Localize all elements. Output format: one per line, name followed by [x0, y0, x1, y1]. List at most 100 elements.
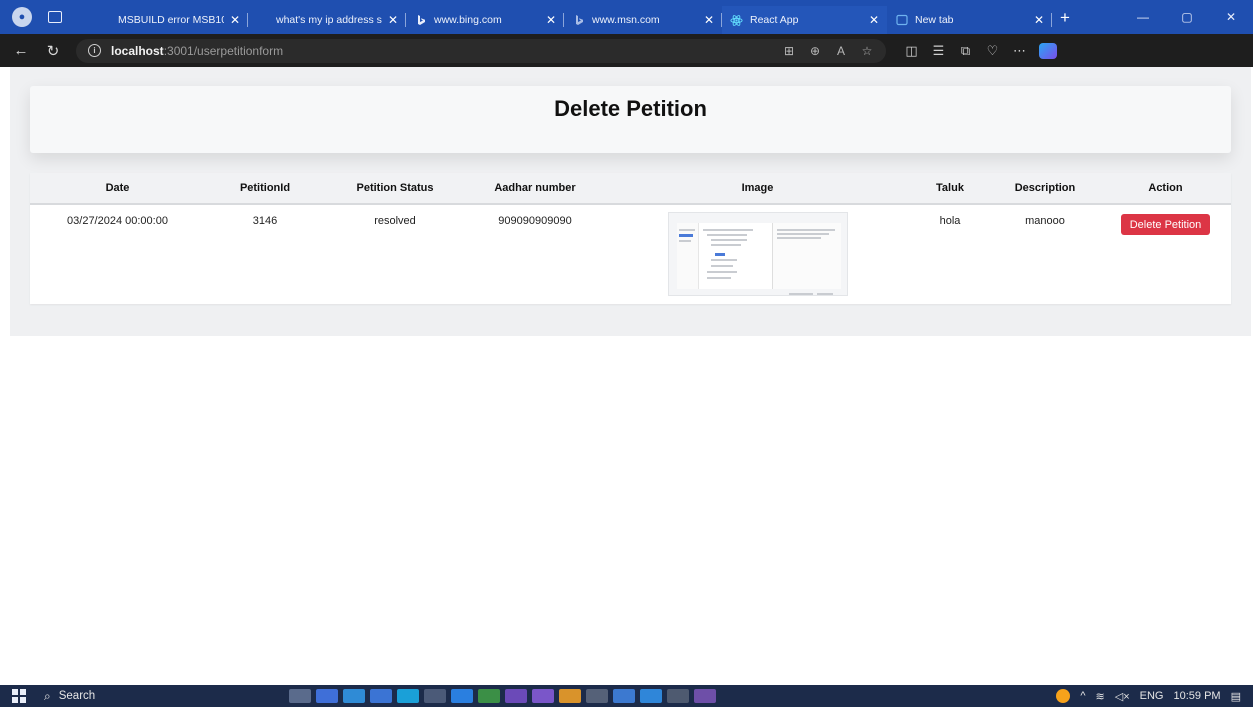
file-explorer-icon[interactable]: [370, 689, 392, 703]
tab-bing[interactable]: www.bing.com ✕: [406, 6, 564, 34]
close-icon[interactable]: ✕: [704, 13, 714, 27]
toolbar-actions: ◫ ☰ ⧉ ♡ ⋯: [898, 43, 1033, 59]
store-icon[interactable]: [343, 689, 365, 703]
favorite-star-icon[interactable]: ☆: [854, 44, 880, 58]
tab-react-app[interactable]: React App ✕: [722, 6, 887, 34]
thumbnail-pane: [698, 223, 773, 289]
column-header: PetitionId: [205, 173, 325, 205]
language-indicator[interactable]: ENG: [1140, 690, 1164, 702]
tab-list: MSBUILD error MSB1011 ... ✕ what's my ip…: [90, 0, 1052, 34]
header-card: Delete Petition: [30, 86, 1231, 153]
chevron-up-icon[interactable]: ^: [1080, 690, 1085, 702]
search-icon: ⌕: [44, 688, 51, 703]
app-icon[interactable]: [505, 689, 527, 703]
clock[interactable]: 10:59 PM: [1174, 690, 1221, 702]
copilot-icon[interactable]: [1039, 42, 1057, 59]
petition-image-thumbnail: [667, 212, 848, 296]
react-icon: [730, 14, 743, 27]
collections-icon[interactable]: ⧉: [952, 43, 979, 59]
url-host: localhost: [111, 43, 164, 58]
cell-action: Delete Petition: [1100, 204, 1231, 302]
page-viewport: Delete Petition Date PetitionId Petition…: [10, 67, 1251, 685]
read-aloud-icon[interactable]: A: [828, 44, 854, 58]
windows-taskbar: ⌕ Search ^ ≋ ◁× ENG 10:59 PM ▤: [0, 685, 1253, 707]
app-available-icon[interactable]: ⊞: [776, 44, 802, 58]
vscode-icon[interactable]: [451, 689, 473, 703]
tab-ip-address[interactable]: what's my ip address sites ✕: [248, 6, 406, 34]
visual-studio-icon[interactable]: [532, 689, 554, 703]
close-icon[interactable]: ✕: [869, 13, 879, 27]
window-controls: — ▢ ✕: [1121, 0, 1253, 34]
zoom-icon[interactable]: ⊕: [802, 44, 828, 58]
close-icon[interactable]: ✕: [230, 13, 240, 27]
table-row: 03/27/2024 00:00:00 3146 resolved 909090…: [30, 204, 1231, 302]
app-icon[interactable]: [640, 689, 662, 703]
maximize-icon[interactable]: ▢: [1165, 0, 1209, 34]
tab-label: MSBUILD error MSB1011 ...: [118, 14, 224, 26]
close-icon[interactable]: ✕: [1034, 13, 1044, 27]
windows-start-icon[interactable]: [12, 689, 26, 703]
taskbar-search[interactable]: ⌕ Search: [44, 685, 244, 707]
notification-app-icon[interactable]: [1056, 689, 1071, 703]
favorites-icon[interactable]: ☰: [925, 43, 952, 59]
cell-aadhar: 909090909090: [498, 215, 572, 227]
close-icon[interactable]: ✕: [388, 13, 398, 27]
site-info-icon[interactable]: i: [88, 44, 101, 57]
app-icon[interactable]: [424, 689, 446, 703]
tab-label: React App: [750, 14, 799, 26]
msn-icon: [572, 14, 585, 27]
app-icon[interactable]: [613, 689, 635, 703]
split-screen-icon[interactable]: ◫: [898, 43, 925, 59]
column-header: Taluk: [910, 173, 990, 205]
cell-date: 03/27/2024 00:00:00: [67, 215, 168, 227]
cell-image: [605, 204, 910, 302]
tab-msn[interactable]: www.msn.com ✕: [564, 6, 722, 34]
page-title: Delete Petition: [554, 96, 707, 121]
volume-icon[interactable]: ◁×: [1115, 690, 1130, 703]
cell-petition-id: 3146: [252, 215, 278, 227]
bing-icon: [414, 14, 427, 27]
app-icon[interactable]: [694, 689, 716, 703]
search-label: Search: [58, 690, 96, 702]
close-icon[interactable]: ✕: [546, 13, 556, 27]
settings-icon[interactable]: [586, 689, 608, 703]
more-options-icon[interactable]: ⋯: [1006, 43, 1033, 59]
browser-toolbar: ← ↻ i localhost:3001/userpetitionform ⊞ …: [0, 34, 1253, 67]
minimize-icon[interactable]: —: [1121, 0, 1165, 34]
thumbnail-pane: [676, 223, 699, 289]
edge-icon[interactable]: [397, 689, 419, 703]
cell-taluk: hola: [939, 215, 961, 227]
refresh-icon[interactable]: ↻: [40, 42, 66, 60]
task-view-icon[interactable]: [289, 689, 311, 703]
terminal-icon[interactable]: [667, 689, 689, 703]
tab-new-tab[interactable]: New tab ✕: [887, 6, 1052, 34]
cell-description: manooo: [1025, 215, 1065, 227]
wifi-icon[interactable]: ≋: [1096, 690, 1105, 703]
page-icon: [98, 14, 111, 27]
widgets-icon[interactable]: [316, 689, 338, 703]
back-arrow-icon[interactable]: ←: [8, 42, 34, 59]
app-icon[interactable]: [478, 689, 500, 703]
table-header-row: Date PetitionId Petition Status Aadhar n…: [30, 173, 1231, 205]
newtab-icon: [895, 14, 908, 27]
cell-status: resolved: [374, 215, 416, 227]
address-bar[interactable]: i localhost:3001/userpetitionform: [76, 38, 886, 63]
browser-essentials-icon[interactable]: ♡: [979, 43, 1006, 59]
delete-petition-button[interactable]: Delete Petition: [1120, 214, 1211, 235]
column-header: Action: [1100, 173, 1231, 205]
address-bar-actions: ⊞ ⊕ A ☆: [776, 44, 880, 58]
notifications-icon[interactable]: ▤: [1231, 690, 1241, 703]
new-tab-button[interactable]: +: [1060, 9, 1070, 26]
column-header: Description: [990, 173, 1100, 205]
page-icon: [256, 14, 269, 27]
column-header: Date: [30, 173, 205, 205]
tab-actions-icon[interactable]: [48, 11, 62, 23]
taskbar-apps: [289, 689, 721, 703]
tab-label: what's my ip address sites: [276, 14, 382, 26]
chrome-icon[interactable]: [559, 689, 581, 703]
tab-msbuild[interactable]: MSBUILD error MSB1011 ... ✕: [90, 6, 248, 34]
close-window-icon[interactable]: ✕: [1209, 0, 1253, 34]
profile-avatar-icon[interactable]: ●: [12, 7, 32, 27]
tab-label: www.bing.com: [434, 14, 502, 26]
column-header: Petition Status: [325, 173, 465, 205]
